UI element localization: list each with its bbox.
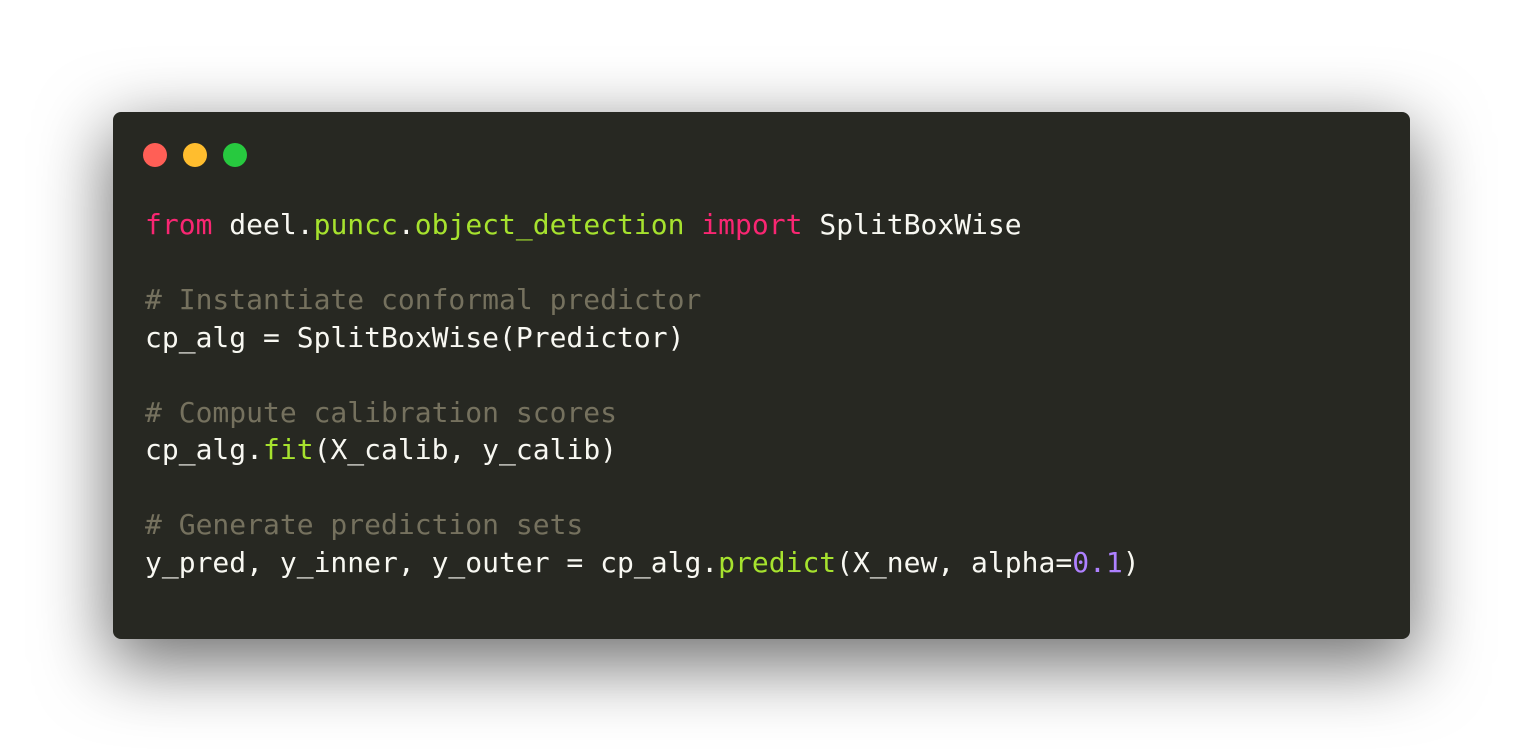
zoom-button[interactable] xyxy=(223,143,247,167)
token-plain: y_pred, y_inner, y_outer = cp_alg. xyxy=(145,545,719,579)
token-comment: # Compute calibration scores xyxy=(145,395,618,429)
token-module: object_detection xyxy=(414,208,685,241)
code-line: y_pred, y_inner, y_outer = cp_alg.predic… xyxy=(145,544,1140,582)
token-comment: # Instantiate conformal predictor xyxy=(145,283,702,316)
code-block: from deel.puncc.object_detection import … xyxy=(145,206,1140,581)
token-function: fit xyxy=(263,433,314,466)
minimize-button[interactable] xyxy=(183,143,207,167)
token-plain: cp_alg. xyxy=(145,433,264,466)
code-line: cp_alg.fit(X_calib, y_calib) xyxy=(145,431,1140,469)
token-plain: cp_alg = SplitBoxWise(Predictor) xyxy=(145,320,685,354)
code-line: cp_alg = SplitBoxWise(Predictor) xyxy=(145,319,1140,357)
token-plain: (X_calib, y_calib) xyxy=(313,433,618,466)
code-line: # Generate prediction sets xyxy=(145,506,1140,544)
token-plain: (X_new, alpha= xyxy=(836,545,1073,579)
token-module: puncc xyxy=(313,208,398,241)
token-number: 0.1 xyxy=(1072,545,1123,579)
token-keyword: from xyxy=(145,208,213,241)
token-comment: # Generate prediction sets xyxy=(145,508,584,541)
code-window: from deel.puncc.object_detection import … xyxy=(113,112,1410,639)
token-plain: . xyxy=(397,208,415,241)
token-plain: SplitBoxWise xyxy=(802,208,1022,241)
code-line: # Compute calibration scores xyxy=(145,394,1140,432)
token-function: predict xyxy=(718,545,837,579)
token-plain: deel. xyxy=(212,208,314,241)
code-line: from deel.puncc.object_detection import … xyxy=(145,206,1140,244)
token-plain: ) xyxy=(1122,545,1140,579)
close-button[interactable] xyxy=(143,143,167,167)
code-line: # Instantiate conformal predictor xyxy=(145,281,1140,319)
token-keyword: import xyxy=(701,208,803,241)
